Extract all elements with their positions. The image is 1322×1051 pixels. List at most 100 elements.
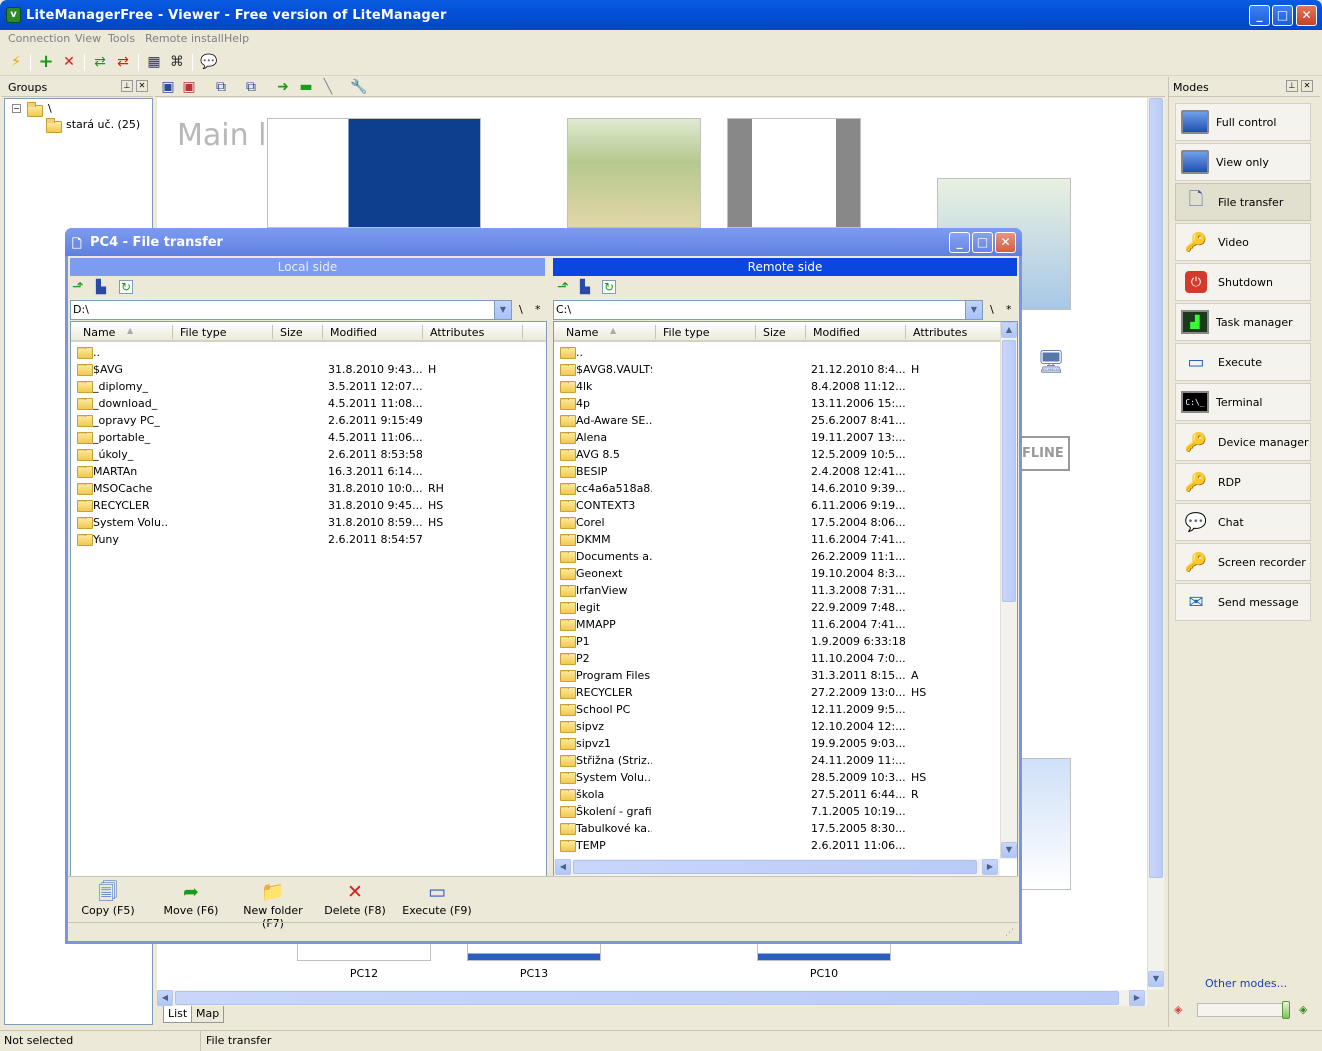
table-row[interactable]: MARTAn 16.3.2011 6:14... [71, 463, 546, 480]
table-row[interactable]: Alena 19.11.2007 13:... [554, 429, 1017, 446]
table-row[interactable]: _úkoly_ 2.6.2011 8:53:58 [71, 446, 546, 463]
resize-grip-icon[interactable]: ⋰ [1005, 928, 1014, 938]
table-row[interactable]: P2 11.10.2004 7:0... [554, 650, 1017, 667]
table-row[interactable]: IrfanView 11.3.2008 7:31... [554, 582, 1017, 599]
dialog-maximize-button[interactable]: □ [972, 232, 993, 253]
mode-file-transfer[interactable]: 🗋 File transfer [1175, 183, 1311, 221]
table-row[interactable]: legit 22.9.2009 7:48... [554, 599, 1017, 616]
other-modes-link[interactable]: Other modes... [1205, 977, 1287, 990]
pc-name[interactable]: PC12 [299, 967, 429, 980]
table-row[interactable]: .. [554, 344, 1017, 361]
pc-thumbnail[interactable] [267, 118, 481, 228]
scroll-right-button[interactable]: ▶ [982, 859, 998, 875]
table-row[interactable]: _portable_ 4.5.2011 11:06... [71, 429, 546, 446]
table-row[interactable]: RECYCLER 31.8.2010 9:45... HS [71, 497, 546, 514]
table-row[interactable]: AVG 8.5 12.5.2009 10:5... [554, 446, 1017, 463]
local-root-button[interactable]: \ [519, 303, 523, 316]
connect-icon[interactable]: ⚡ [8, 54, 24, 70]
column-file-type[interactable]: File type [663, 326, 709, 339]
table-row[interactable]: Geonext 19.10.2004 8:3... [554, 565, 1017, 582]
column-file-type[interactable]: File type [180, 326, 226, 339]
copy-button[interactable]: 🗐 Copy (F5) [78, 880, 138, 917]
zoom-in-icon[interactable]: ◈ [1299, 1003, 1307, 1016]
pc-name[interactable]: PC13 [469, 967, 599, 980]
remote-path-input[interactable]: C:\ ▼ [553, 300, 983, 320]
refresh-icon[interactable]: ↻ [119, 280, 133, 294]
scroll-thumb[interactable] [1002, 340, 1016, 602]
refresh-icon[interactable]: ⇄ [92, 54, 108, 70]
up-folder-icon[interactable]: ⬏ [72, 279, 84, 295]
menu-connection[interactable]: Connection [8, 32, 70, 45]
local-file-list[interactable]: Name ▲ File type Size Modified Attribute… [70, 321, 547, 877]
view-icon-1[interactable]: ▣ [160, 79, 176, 95]
mode-video[interactable]: 🔑 Video [1175, 223, 1311, 261]
mode-execute[interactable]: ▭ Execute [1175, 343, 1311, 381]
table-row[interactable]: Corel 17.5.2004 8:06... [554, 514, 1017, 531]
chevron-down-icon[interactable]: ▼ [965, 301, 982, 319]
tab-map[interactable]: Map [191, 1006, 225, 1023]
table-row[interactable]: sipvz 12.10.2004 12:... [554, 718, 1017, 735]
remote-horizontal-scrollbar[interactable]: ◀ ▶ [554, 859, 1000, 876]
binoculars-icon[interactable]: ⌘ [169, 54, 185, 70]
dialog-minimize-button[interactable]: _ [949, 232, 970, 253]
scroll-right-button[interactable]: ▶ [1129, 990, 1145, 1006]
remote-filter-button[interactable]: * [1006, 303, 1012, 316]
wrench-icon[interactable]: 🔧 [350, 79, 367, 95]
column-size[interactable]: Size [763, 326, 786, 339]
remote-root-button[interactable]: \ [990, 303, 994, 316]
table-row[interactable]: RECYCLER 27.2.2009 13:0... HS [554, 684, 1017, 701]
pc-thumbnail[interactable] [727, 118, 861, 228]
scroll-left-button[interactable]: ◀ [555, 859, 571, 875]
main-vertical-scrollbar[interactable]: ▼ [1147, 98, 1164, 990]
table-row[interactable]: P1 1.9.2009 6:33:18 [554, 633, 1017, 650]
scroll-up-button[interactable]: ▲ [1001, 322, 1017, 338]
slider-handle[interactable] [1282, 1001, 1290, 1019]
remote-vertical-scrollbar[interactable]: ▲ ▼ [1000, 322, 1017, 859]
mode-view-only[interactable]: View only [1175, 143, 1311, 181]
table-row[interactable]: System Volu... 31.8.2010 8:59... HS [71, 514, 546, 531]
mode-full-control[interactable]: Full control [1175, 103, 1311, 141]
close-button[interactable]: ✕ [1296, 5, 1317, 26]
local-path-input[interactable]: D:\ ▼ [70, 300, 512, 320]
refresh-icon[interactable]: ↻ [602, 280, 616, 294]
refresh-all-icon[interactable]: ⇄ [115, 54, 131, 70]
pc-thumbnail[interactable] [467, 943, 601, 961]
collapse-icon[interactable]: − [12, 104, 21, 113]
mode-send-message[interactable]: ✉ Send message [1175, 583, 1311, 621]
pc-name[interactable]: PC10 [759, 967, 889, 980]
view-icon-4[interactable]: ⧉ [243, 79, 259, 95]
mode-terminal[interactable]: C:\_ Terminal [1175, 383, 1311, 421]
table-row[interactable]: _diplomy_ 3.5.2011 12:07... [71, 378, 546, 395]
table-row[interactable]: _download_ 4.5.2011 11:08... [71, 395, 546, 412]
column-attributes[interactable]: Attributes [430, 326, 484, 339]
table-row[interactable]: Ad-Aware SE... 25.6.2007 8:41... [554, 412, 1017, 429]
add-icon[interactable]: + [38, 53, 54, 71]
menu-view[interactable]: View [75, 32, 101, 45]
wand-icon[interactable]: ╲ [320, 79, 336, 95]
table-row[interactable]: Documents a... 26.2.2009 11:1... [554, 548, 1017, 565]
table-row[interactable]: System Volu... 28.5.2009 10:3... HS [554, 769, 1017, 786]
table-row[interactable]: $AVG8.VAULT$ 21.12.2010 8:4... H [554, 361, 1017, 378]
pc-thumbnail[interactable] [757, 943, 891, 961]
table-row[interactable]: MSOCache 31.8.2010 10:0... RH [71, 480, 546, 497]
column-modified[interactable]: Modified [813, 326, 860, 339]
drives-icon[interactable]: ▙ [96, 280, 106, 295]
dialog-close-button[interactable]: ✕ [995, 232, 1016, 253]
zoom-slider[interactable] [1197, 1001, 1290, 1019]
table-row[interactable]: TEMP 2.6.2011 11:06... [554, 837, 1017, 854]
table-row[interactable]: Tabulkové ka... 17.5.2005 8:30... [554, 820, 1017, 837]
root-folder[interactable] [27, 102, 43, 120]
table-row[interactable]: _opravy PC_ 2.6.2011 9:15:49 [71, 412, 546, 429]
table-row[interactable]: MMAPP 11.6.2004 7:41... [554, 616, 1017, 633]
table-row[interactable]: škola 27.5.2011 6:44... R [554, 786, 1017, 803]
table-row[interactable]: .. [71, 344, 546, 361]
menu-tools[interactable]: Tools [108, 32, 135, 45]
drives-icon[interactable]: ▙ [580, 280, 590, 295]
scroll-left-button[interactable]: ◀ [157, 990, 173, 1006]
table-row[interactable]: CONTEXT3 6.11.2006 9:19... [554, 497, 1017, 514]
main-horizontal-scrollbar[interactable]: ◀ ▶ [157, 990, 1147, 1006]
mode-chat[interactable]: 💬 Chat [1175, 503, 1311, 541]
mode-rdp[interactable]: 🔑 RDP [1175, 463, 1311, 501]
column-name[interactable]: Name [566, 326, 598, 339]
table-row[interactable]: sipvz1 19.9.2005 9:03... [554, 735, 1017, 752]
